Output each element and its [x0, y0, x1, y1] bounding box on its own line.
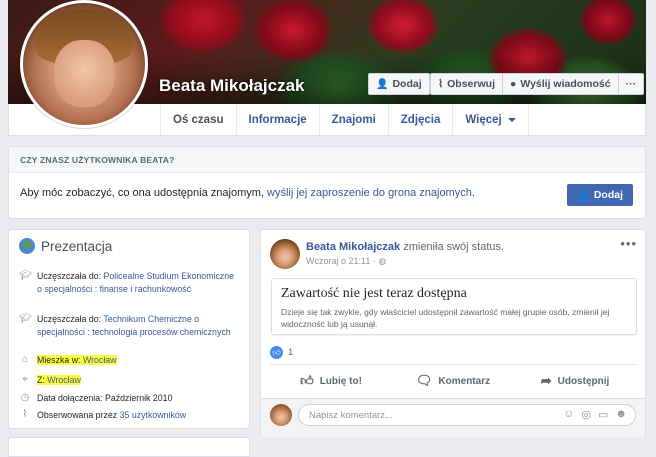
- rss-icon: ⌇: [22, 409, 28, 420]
- more-label: ···: [625, 78, 637, 90]
- post-author-avatar[interactable]: [270, 239, 300, 269]
- emoji-icon[interactable]: ☺: [563, 408, 574, 421]
- intro-item-followers: ⌇ Obserwowana przez 35 użytkowników: [19, 409, 237, 422]
- post-author-line: Beata Mikołajczak zmieniła swój status.: [306, 241, 505, 253]
- viewer-avatar: [270, 404, 292, 426]
- tab-more[interactable]: Więcej: [452, 104, 529, 135]
- more-options-button[interactable]: ···: [619, 74, 644, 94]
- globe-icon: [19, 238, 35, 254]
- city-link[interactable]: Wrocław: [83, 355, 117, 365]
- send-friend-request-link[interactable]: wyślij jej zaproszenie do grona znajomyc…: [267, 187, 472, 199]
- rss-icon: ⌇: [438, 78, 444, 90]
- messenger-icon: ●: [510, 78, 517, 90]
- status-post: Beata Mikołajczak zmieniła swój status. …: [260, 229, 646, 437]
- intro-item-from: ⌖ Z: Wrocław: [19, 374, 237, 387]
- thumbs-up-icon: 👍︎: [270, 346, 283, 359]
- intro-item-joined: ◷ Data dołączenia: Październik 2010: [20, 392, 173, 403]
- graduation-cap-icon: 🎓︎: [19, 270, 32, 281]
- cover-actions: 👤 Dodaj: [368, 73, 430, 95]
- followers-link[interactable]: 35 użytkowników: [120, 410, 187, 420]
- friend-prompt-heading: CZY ZNASZ UŻYTKOWNIKA BEATA?: [9, 147, 645, 173]
- intro-item-education-2: 🎓︎ Uczęszczała do: Technikum Chemiczne o…: [19, 313, 231, 337]
- chevron-down-icon: [507, 117, 516, 122]
- friend-request-prompt: CZY ZNASZ UŻYTKOWNIKA BEATA? Aby móc zob…: [8, 146, 646, 219]
- add-friend-button-blue[interactable]: 👤 Dodaj: [566, 184, 633, 206]
- profile-tabs: Oś czasu Informacje Znajomi Zdjęcia Więc…: [160, 104, 529, 135]
- graduation-cap-icon: 🎓︎: [19, 313, 32, 324]
- post-options-button[interactable]: •••: [620, 236, 637, 251]
- home-icon: ⌂: [21, 354, 29, 365]
- message-button[interactable]: ● Wyślij wiadomość: [503, 74, 619, 94]
- add-friend-button[interactable]: 👤 Dodaj: [368, 73, 430, 95]
- like-button[interactable]: 👍︎ Lubię to!: [270, 366, 392, 396]
- friend-prompt-text: Aby móc zobaczyć, co ona udostępnia znaj…: [20, 187, 475, 199]
- intro-item-lives-in: ⌂ Mieszka w: Wrocław: [19, 354, 237, 367]
- add-friend-icon: 👤: [376, 78, 389, 90]
- unavailable-content-box: Zawartość nie jest teraz dostępna Dzieje…: [271, 278, 637, 335]
- add-friend-icon: 👤: [576, 189, 590, 202]
- profile-picture[interactable]: [20, 0, 148, 128]
- comment-input[interactable]: Napisz komentarz... ☺ ◎ ▭ ☻: [298, 404, 636, 426]
- next-card: [8, 437, 250, 457]
- unavailable-description: Dzieje się tak zwykle, gdy właściciel ud…: [281, 307, 610, 329]
- unavailable-title: Zawartość nie jest teraz dostępna: [281, 286, 467, 301]
- follow-button[interactable]: ⌇ Obserwuj: [431, 74, 503, 94]
- profile-picture-image: [23, 3, 145, 125]
- post-timestamp[interactable]: Wczoraj o 21:11 · ◍: [306, 256, 386, 267]
- add-friend-label: Dodaj: [392, 78, 422, 90]
- comment-button[interactable]: 🗨︎ Komentarz: [392, 366, 514, 396]
- intro-item-education-1: 🎓︎ Uczęszczała do: Policealne Studium Ek…: [19, 270, 235, 294]
- intro-title: Prezentacja: [19, 238, 112, 254]
- follow-label: Obserwuj: [447, 78, 495, 90]
- comment-composer: Napisz komentarz... ☺ ◎ ▭ ☻: [261, 398, 645, 437]
- sticker-icon[interactable]: ☻: [615, 408, 627, 421]
- globe-icon: ◍: [378, 256, 387, 266]
- thumbs-up-icon: 👍︎: [300, 373, 314, 388]
- tab-about[interactable]: Informacje: [235, 104, 319, 135]
- camera-icon[interactable]: ◎: [581, 408, 591, 421]
- clock-icon: ◷: [20, 392, 30, 403]
- share-icon: ➦: [540, 373, 552, 388]
- map-pin-icon: ⌖: [22, 374, 28, 385]
- tab-friends[interactable]: Znajomi: [318, 104, 388, 135]
- profile-name[interactable]: Beata Mikołajczak: [159, 76, 305, 96]
- comment-tools: ☺ ◎ ▭ ☻: [563, 408, 627, 421]
- post-actions: 👍︎ Lubię to! 🗨︎ Komentarz ➦ Udostępnij: [270, 366, 636, 396]
- tab-timeline[interactable]: Oś czasu: [160, 104, 236, 135]
- intro-card: Prezentacja 🎓︎ Uczęszczała do: Policealn…: [8, 229, 250, 429]
- share-button[interactable]: ➦ Udostępnij: [514, 366, 636, 396]
- post-author-name[interactable]: Beata Mikołajczak: [306, 241, 400, 253]
- tab-photos[interactable]: Zdjęcia: [387, 104, 453, 135]
- comment-icon: 🗨︎: [415, 373, 433, 388]
- like-count: 1: [288, 347, 294, 358]
- gif-icon[interactable]: ▭: [598, 408, 608, 421]
- message-label: Wyślij wiadomość: [520, 78, 611, 90]
- action-button-group: ⌇ Obserwuj ● Wyślij wiadomość ···: [430, 73, 645, 95]
- cover-actions-group: ⌇ Obserwuj ● Wyślij wiadomość ···: [430, 73, 645, 95]
- hometown-link[interactable]: Wrocław: [47, 375, 81, 385]
- like-summary[interactable]: 👍︎ 1: [270, 346, 293, 359]
